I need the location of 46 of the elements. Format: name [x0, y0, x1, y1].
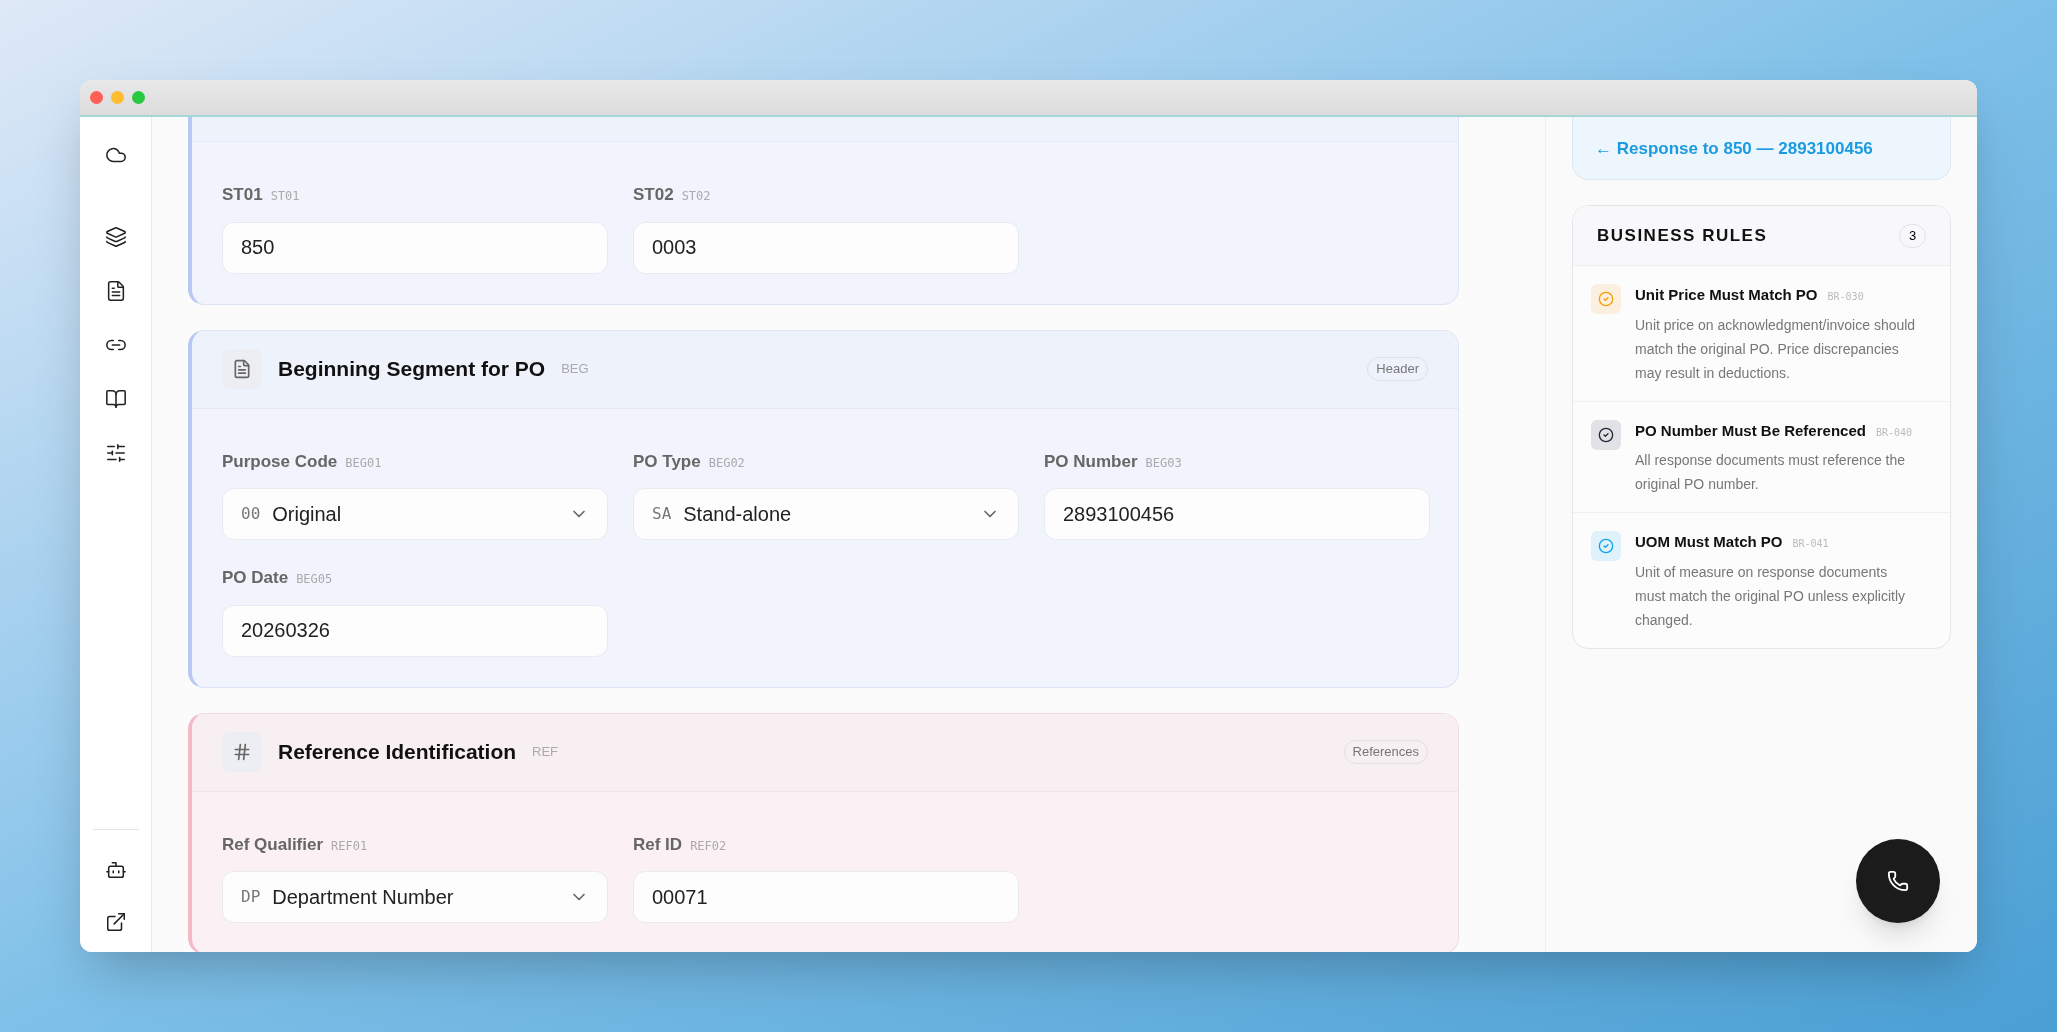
rule-code: BR-030 [1827, 290, 1864, 304]
sliders-icon [104, 442, 127, 464]
segment-title: Reference Identification [278, 739, 517, 766]
rule-description: All response documents must reference the original PO number. [1635, 451, 1907, 494]
input-field[interactable]: 20260326 [222, 604, 608, 657]
field-code: REF01 [331, 837, 368, 855]
field-label: Ref ID [633, 833, 683, 856]
field-label: PO Type [633, 450, 701, 473]
robot-icon [104, 859, 127, 881]
rule-title: UOM Must Match PO [1635, 532, 1783, 552]
phone-icon [1887, 870, 1909, 892]
external-link-icon [104, 911, 127, 933]
field-code: BEG02 [708, 454, 745, 472]
field-label: PO Number [1044, 450, 1138, 473]
rule-code: BR-040 [1875, 425, 1912, 440]
field-label: Ref Qualifier [222, 833, 324, 856]
segment-code: BEG [561, 360, 590, 379]
rules-heading: BUSINESS RULES [1597, 224, 1768, 247]
rule-description: Unit price on acknowledgment/invoice should match the original PO. Price discrepancies may result in deductions. [1635, 315, 1916, 383]
input-field[interactable]: 00071 [633, 871, 1019, 923]
field-code: BEG01 [345, 454, 382, 472]
select-field[interactable]: SA Stand-alone [633, 488, 1019, 540]
document-icon [232, 359, 252, 379]
segment-title: Beginning Segment for PO [278, 356, 546, 383]
field-code: ST02 [681, 188, 711, 205]
input-field[interactable]: 2893100456 [1044, 488, 1430, 540]
segment-code: REF [532, 743, 560, 762]
field-label: ST02 [633, 184, 674, 206]
field-label: ST01 [222, 184, 263, 206]
field-code: BEG05 [296, 571, 333, 588]
input-field[interactable]: 850 [222, 221, 608, 274]
rule-code: BR-041 [1792, 537, 1829, 551]
select-field[interactable]: 00 Original [222, 488, 608, 540]
layers-icon [104, 226, 127, 248]
field-label: PO Date [222, 567, 289, 589]
rule-description: Unit of measure on response documents must match the original PO unless explicitly changed. [1635, 562, 1906, 630]
field-label: Purpose Code [222, 450, 338, 473]
book-icon [104, 388, 127, 410]
field-code: BEG03 [1145, 454, 1182, 472]
rule-title: Unit Price Must Match PO [1635, 285, 1818, 305]
rule-title: PO Number Must Be Referenced [1635, 420, 1866, 441]
select-field[interactable]: DP Department Number [222, 871, 608, 923]
input-field[interactable]: 0003 [633, 221, 1019, 274]
hash-icon [232, 742, 252, 762]
field-code: ST01 [270, 188, 300, 205]
field-code: REF02 [690, 837, 727, 855]
